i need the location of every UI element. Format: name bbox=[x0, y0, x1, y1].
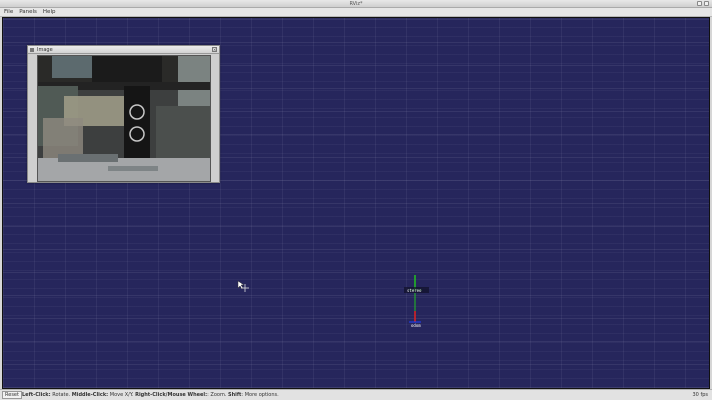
odom-frame-label: odom bbox=[411, 323, 421, 328]
reset-button[interactable]: Reset bbox=[2, 391, 22, 399]
camera-scene-image bbox=[38, 56, 210, 181]
minimize-button[interactable] bbox=[697, 1, 702, 6]
scene-keyboard bbox=[108, 166, 158, 171]
fps-readout: 30 fps bbox=[692, 392, 709, 398]
hint-middle-click: Middle-Click: bbox=[71, 392, 109, 398]
scene-speaker bbox=[124, 86, 150, 164]
menu-help[interactable]: Help bbox=[43, 8, 56, 16]
scene-curtain-pattern bbox=[43, 118, 83, 158]
frame-stereo: stereo bbox=[404, 275, 429, 293]
status-bar: Reset Left-Click: Rotate. Middle-Click: … bbox=[0, 389, 712, 400]
panel-icon bbox=[30, 48, 34, 52]
hint-shift: Shift bbox=[228, 392, 242, 398]
image-display-panel[interactable]: Image × bbox=[27, 45, 220, 183]
scene-monitor bbox=[92, 56, 162, 82]
window-controls bbox=[697, 1, 709, 6]
frame-odom: odom bbox=[409, 293, 421, 328]
stereo-frame-label: stereo bbox=[407, 288, 422, 293]
image-panel-titlebar[interactable]: Image × bbox=[28, 46, 219, 54]
scene-window bbox=[52, 56, 92, 78]
menu-file[interactable]: File bbox=[4, 8, 13, 16]
scene-right-objects bbox=[156, 106, 210, 161]
window-titlebar: RViz* bbox=[0, 0, 712, 8]
move-cursor-icon bbox=[241, 284, 249, 292]
window-title: RViz* bbox=[349, 1, 363, 7]
hint-left-click: Left-Click: bbox=[22, 392, 51, 398]
hint-right-click-desc: : Zoom. bbox=[207, 392, 228, 398]
menu-bar: File Panels Help bbox=[0, 8, 712, 17]
3d-render-viewport[interactable]: stereo odom Image × bbox=[2, 17, 710, 389]
hint-left-click-desc: Rotate. bbox=[50, 392, 72, 398]
close-icon[interactable]: × bbox=[212, 47, 217, 52]
hint-right-click: Right-Click/Mouse Wheel: bbox=[135, 392, 208, 398]
maximize-button[interactable] bbox=[704, 1, 709, 6]
scene-desk-items bbox=[58, 154, 118, 162]
mouse-hint-text: Left-Click: Rotate. Middle-Click: Move X… bbox=[22, 390, 279, 400]
hint-shift-desc: : More options. bbox=[241, 392, 279, 398]
camera-image bbox=[37, 55, 211, 182]
hint-middle-click-desc: Move X/Y. bbox=[108, 392, 136, 398]
menu-panels[interactable]: Panels bbox=[19, 8, 37, 16]
image-panel-title: Image bbox=[37, 47, 53, 53]
